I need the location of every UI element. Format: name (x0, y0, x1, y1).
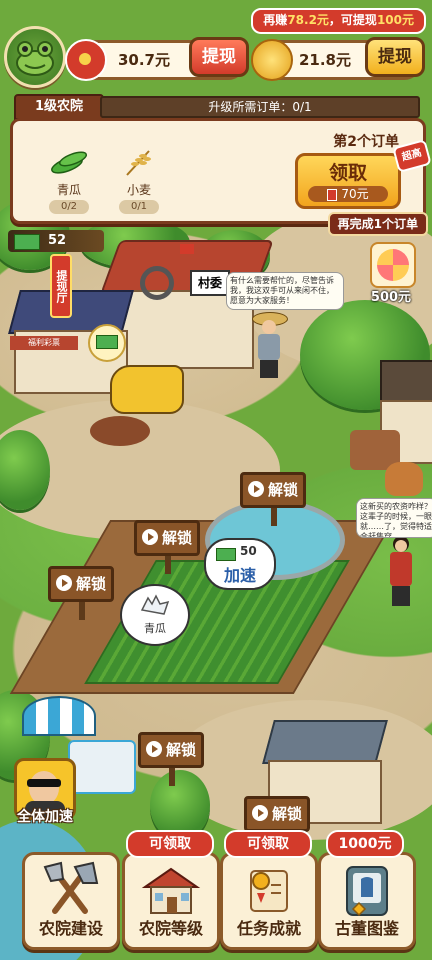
play-icon (55, 574, 72, 591)
level-progress-bar: 升级所需订单：0/1 (100, 96, 420, 118)
menu-label: 农院建设 (38, 919, 103, 938)
unlock-sign[interactable]: 解锁 (48, 566, 114, 620)
farmhouse-icon (141, 867, 201, 914)
order-item-count: 0/1 (119, 200, 159, 214)
glove-icon (140, 594, 170, 615)
orders-remaining: 再完成1个订单 (327, 212, 428, 236)
wheat-icon (126, 150, 151, 176)
cash-balance: 30.7元 (117, 51, 170, 69)
menu-antique-catalog[interactable]: 古董图鉴 (318, 852, 416, 950)
gold-coin-icon (251, 39, 293, 81)
claim-order-button[interactable]: 领取 70元 (295, 153, 401, 209)
speed-up-bubble[interactable]: 50 加速 (204, 538, 276, 590)
menu-label: 古董图鉴 (334, 919, 399, 938)
claimable-badge: 可领取 (224, 830, 312, 858)
village-sign: 村委 (190, 270, 230, 296)
player-avatar[interactable] (4, 26, 66, 88)
farm-level[interactable]: 1级农院 (14, 94, 104, 120)
shop-sign: 福利彩票 (10, 336, 78, 350)
flag-icon (180, 244, 194, 254)
order-panel: 青瓜 0/2 小麦 0/1 第2个订单 领取 70元 超高 (10, 118, 432, 224)
menu-farm-construction[interactable]: 农院建设 (22, 852, 120, 950)
cash-balance-box: 30.7元 提现 (65, 37, 249, 81)
axe-icon (43, 861, 99, 914)
cucumber-icon (51, 151, 88, 174)
gold-balance-box: 21.8元 提现 (251, 37, 425, 81)
red-envelope-icon (327, 188, 338, 201)
farmer-speech: 有什么需要帮忙的，尽管告诉我，我这双手可从来闲不住，愿意为大家服务！ (226, 272, 344, 310)
farmer-npc[interactable] (252, 312, 288, 378)
unlock-sign[interactable]: 解锁 (138, 732, 204, 786)
order-item-wheat[interactable]: 小麦 0/1 (109, 147, 169, 214)
cash-icon (96, 335, 118, 349)
claim-label: 领取 (328, 162, 367, 184)
antique-icon (346, 866, 388, 917)
red-envelope-icon (65, 39, 107, 81)
unlock-sign[interactable]: 解锁 (134, 520, 200, 574)
order-item-name: 小麦 (126, 183, 151, 197)
order-item-name: 青瓜 (56, 183, 81, 197)
menu-label: 农院等级 (138, 919, 203, 938)
gold-withdraw-button[interactable]: 提现 (365, 37, 425, 77)
crop-bubble-label: 青瓜 (144, 622, 166, 635)
play-icon (145, 740, 162, 757)
reward-1000-badge: 1000元 (326, 830, 404, 858)
dog (385, 462, 423, 496)
level-progress-text: 升级所需订单：0/1 (208, 100, 312, 114)
claim-reward: 70元 (308, 186, 388, 202)
menu-task-achievement[interactable]: 任务成就 (220, 852, 318, 950)
scroll-icon (250, 870, 288, 912)
play-icon (251, 804, 268, 821)
cash-stack-icon (14, 234, 40, 250)
cash-icon (216, 548, 236, 561)
earn-banner: 再赚78.2元，可提现100元 (251, 8, 426, 34)
woman-npc[interactable] (386, 536, 416, 606)
play-icon (247, 480, 264, 497)
speed-all-label: 全体加速 (17, 809, 73, 825)
frog-icon (16, 41, 54, 76)
reward-500-label: 500元 (370, 290, 412, 305)
lucky-wheel-icon (377, 249, 409, 281)
woman-speech: 这新买的农资咋样？这辈子的时候，一眼就……了，觉得特适合赶集穿…… (356, 498, 432, 538)
unlock-sign[interactable]: 解锁 (240, 472, 306, 526)
claimable-badge: 可领取 (126, 830, 214, 858)
crop-select-bubble[interactable]: 青瓜 (120, 584, 190, 646)
unlock-sign[interactable]: 解锁 (244, 796, 310, 850)
cash-collect-bubble[interactable] (88, 324, 126, 362)
play-icon (141, 528, 158, 545)
order-number: 第2个订单 (333, 134, 399, 150)
order-item-cucumber[interactable]: 青瓜 0/2 (39, 147, 99, 214)
umbrella (22, 696, 96, 736)
tricycle (110, 365, 184, 414)
cash-stack-counter[interactable]: 52 (8, 230, 104, 252)
menu-label: 任务成就 (236, 919, 301, 938)
cart-stall[interactable] (68, 740, 136, 794)
speed-up-label: 加速 (223, 566, 256, 585)
cash-withdraw-button[interactable]: 提现 (189, 37, 249, 77)
speed-up-cost: 50 (240, 544, 257, 558)
speaker-ring (140, 266, 174, 300)
reward-500-button[interactable]: 500元 (366, 242, 416, 305)
menu-farm-level[interactable]: 农院等级 (122, 852, 220, 950)
rock (90, 416, 150, 446)
withdraw-hall-sign[interactable]: 提现厅 (50, 254, 72, 318)
gold-balance: 21.8元 (298, 51, 351, 69)
order-item-count: 0/2 (49, 200, 89, 214)
